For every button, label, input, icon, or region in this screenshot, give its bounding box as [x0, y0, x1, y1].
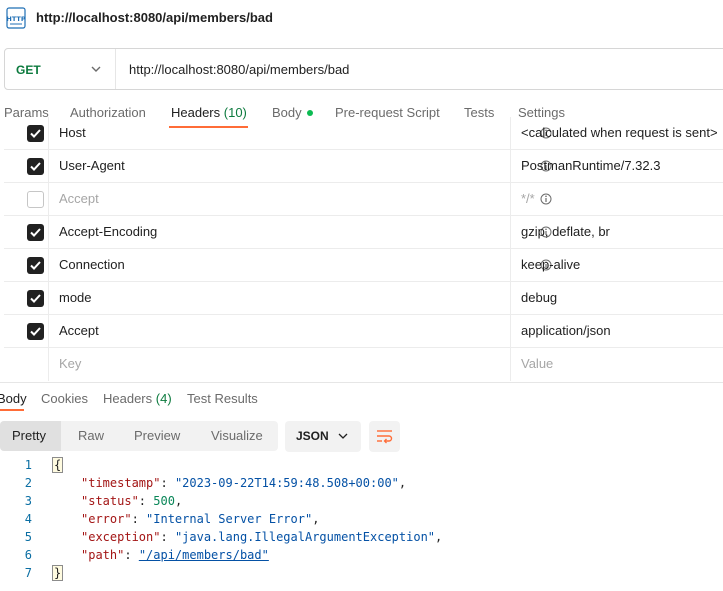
open-brace: {: [52, 457, 64, 473]
header-key[interactable]: mode: [59, 290, 92, 305]
code-line: 2 "timestamp": "2023-09-22T14:59:48.508+…: [0, 476, 723, 494]
header-value[interactable]: keep-alive: [521, 257, 580, 272]
code-line: 5 "exception": "java.lang.IllegalArgumen…: [0, 530, 723, 548]
code-line: 3 "status": 500,: [0, 494, 723, 512]
json-key: "path": [81, 548, 125, 562]
body-indicator-dot: [306, 109, 313, 116]
header-row: Host <calculated when request is sent>: [4, 117, 723, 150]
header-value[interactable]: */*: [521, 191, 535, 206]
json-value: "2023-09-22T14:59:48.508+00:00": [174, 476, 399, 490]
header-row: User-Agent PostmanRuntime/7.32.3: [4, 150, 723, 183]
header-row: Accept-Encoding gzip, deflate, br: [4, 216, 723, 249]
url-input[interactable]: http://localhost:8080/api/members/bad: [129, 62, 349, 77]
header-checkbox[interactable]: [27, 323, 44, 340]
header-key[interactable]: Accept-Encoding: [59, 224, 157, 239]
json-value: "java.lang.IllegalArgumentException": [174, 530, 436, 544]
window-title: http://localhost:8080/api/members/bad: [36, 10, 273, 25]
line-number: 1: [24, 458, 32, 472]
chevron-down-icon[interactable]: [89, 62, 103, 76]
response-tabs: Body Cookies Headers (4) Test Results: [0, 382, 723, 412]
header-value[interactable]: gzip, deflate, br: [521, 224, 610, 239]
format-preview-button[interactable]: Preview: [134, 428, 180, 443]
json-value: "Internal Server Error": [146, 512, 313, 526]
http-file-icon: HTTP: [6, 7, 26, 29]
wrap-lines-button[interactable]: [369, 421, 400, 452]
tab-response-headers[interactable]: Headers (4): [103, 391, 172, 406]
header-value[interactable]: debug: [521, 290, 557, 305]
new-header-value-input[interactable]: Value: [521, 356, 553, 371]
line-number: 7: [24, 566, 32, 580]
new-header-key-input[interactable]: Key: [59, 356, 81, 371]
format-visualize-button[interactable]: Visualize: [211, 428, 263, 443]
svg-text:HTTP: HTTP: [6, 15, 25, 23]
code-line: 4 "error": "Internal Server Error",: [0, 512, 723, 530]
code-line: 1 {: [0, 457, 723, 476]
format-toggle-group: Pretty Raw Preview Visualize: [0, 421, 278, 451]
chevron-down-icon: [338, 433, 348, 439]
response-body-editor[interactable]: 1 { 2 "timestamp": "2023-09-22T14:59:48.…: [0, 456, 723, 586]
response-headers-count: (4): [155, 391, 172, 406]
line-number: 6: [24, 548, 32, 562]
line-number: 4: [24, 512, 32, 526]
header-key[interactable]: Accept: [59, 191, 99, 206]
active-response-tab-indicator: [0, 409, 24, 411]
json-key: "status": [81, 494, 139, 508]
json-value: 500: [153, 494, 175, 508]
info-icon[interactable]: [540, 193, 552, 205]
header-value[interactable]: <calculated when request is sent>: [521, 125, 718, 140]
header-key[interactable]: Accept: [59, 323, 99, 338]
header-key[interactable]: Host: [59, 125, 86, 140]
header-checkbox[interactable]: [27, 158, 44, 175]
language-select[interactable]: JSON: [285, 421, 361, 452]
code-line: 7 }: [0, 565, 723, 584]
format-pretty-button[interactable]: Pretty: [12, 428, 46, 443]
line-number: 3: [24, 494, 32, 508]
json-key: "exception": [81, 530, 161, 544]
header-checkbox[interactable]: [27, 257, 44, 274]
json-key: "timestamp": [81, 476, 161, 490]
header-row: Connection keep-alive: [4, 249, 723, 282]
header-row: Accept */*: [4, 183, 723, 216]
header-row: mode debug: [4, 282, 723, 315]
title-bar: HTTP http://localhost:8080/api/members/b…: [0, 0, 723, 36]
request-url-bar: GET http://localhost:8080/api/members/ba…: [4, 48, 723, 90]
header-key[interactable]: User-Agent: [59, 158, 125, 173]
header-checkbox[interactable]: [27, 191, 44, 208]
new-header-row: Key Value: [4, 348, 723, 381]
divider: [115, 49, 116, 89]
header-checkbox[interactable]: [27, 290, 44, 307]
header-checkbox[interactable]: [27, 125, 44, 142]
tab-test-results[interactable]: Test Results: [187, 391, 258, 406]
path-link[interactable]: "/api/members/bad": [139, 548, 269, 562]
format-raw-button[interactable]: Raw: [78, 428, 104, 443]
header-checkbox[interactable]: [27, 224, 44, 241]
line-number: 5: [24, 530, 32, 544]
tab-response-cookies[interactable]: Cookies: [41, 391, 88, 406]
close-brace: }: [52, 565, 64, 581]
header-value[interactable]: application/json: [521, 323, 611, 338]
language-label: JSON: [296, 429, 329, 443]
method-select[interactable]: GET: [16, 63, 41, 77]
header-row: Accept application/json: [4, 315, 723, 348]
header-key[interactable]: Connection: [59, 257, 125, 272]
header-value[interactable]: PostmanRuntime/7.32.3: [521, 158, 660, 173]
code-line: 6 "path": "/api/members/bad": [0, 548, 723, 566]
wrap-lines-icon: [377, 430, 393, 444]
json-key: "error": [81, 512, 132, 526]
tab-response-body[interactable]: Body: [0, 391, 27, 406]
line-number: 2: [24, 476, 32, 490]
